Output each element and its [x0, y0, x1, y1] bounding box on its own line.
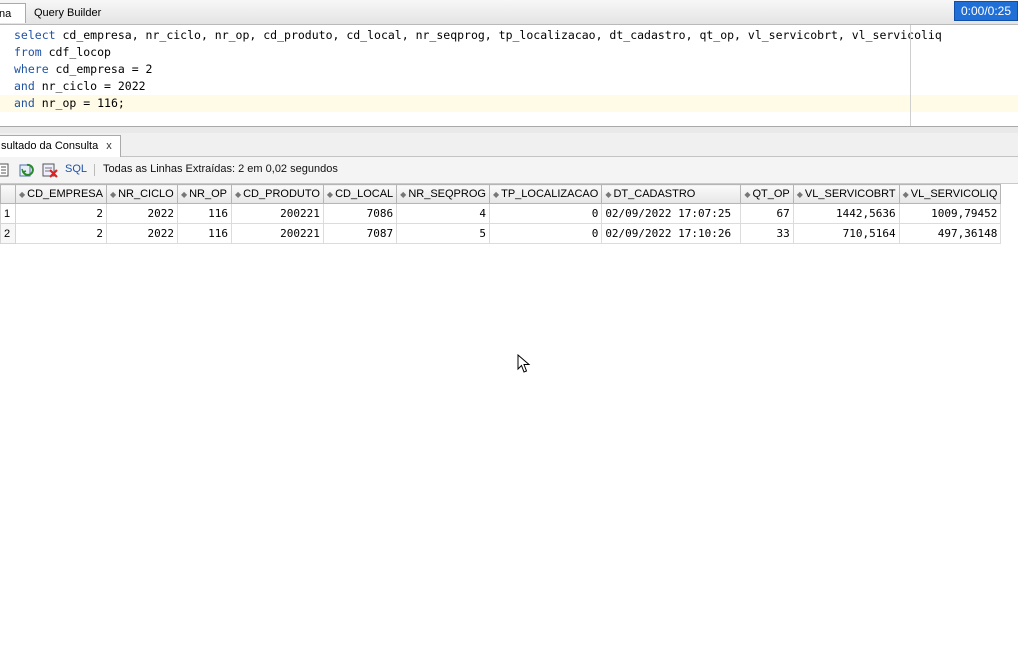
table-cell[interactable]: 7086	[322, 203, 398, 224]
code-line[interactable]: where cd_empresa = 2	[0, 61, 1018, 78]
table-row[interactable]: 2 2 2022 116 200221 7087 5 0 02/09/2022 …	[0, 223, 1002, 244]
fetch-status: Todas as Linhas Extraídas: 2 em 0,02 seg…	[103, 163, 338, 175]
column-header[interactable]: ◆ NR_SEQPROG	[396, 184, 490, 204]
column-header-label: DT_CADASTRO	[613, 188, 696, 200]
tab-query-builder[interactable]: Query Builder	[28, 3, 107, 23]
sql-keyword: and	[14, 79, 35, 93]
column-header-label: VL_SERVICOBRT	[804, 188, 896, 200]
timer-badge: 0:00/0:25	[954, 1, 1018, 21]
tab-worksheet[interactable]: na	[0, 3, 26, 23]
refresh-icon[interactable]	[19, 162, 35, 178]
print-icon[interactable]	[0, 162, 13, 178]
table-cell[interactable]: 710,5164	[792, 223, 900, 244]
column-header-label: QT_OP	[752, 188, 790, 200]
table-row[interactable]: 1 2 2022 116 200221 7086 4 0 02/09/2022 …	[0, 203, 1002, 224]
close-icon[interactable]: x	[106, 140, 112, 152]
sql-button[interactable]: SQL	[65, 163, 87, 175]
column-header-label: TP_LOCALIZACAO	[501, 188, 599, 200]
result-grid: ◆ CD_EMPRESA ◆ NR_CICLO ◆ NR_OP ◆ CD_PRODUTO…	[0, 184, 1002, 244]
editor-tab-bar: na Query Builder 0:00/0:25	[0, 0, 1018, 25]
table-cell[interactable]: 200221	[230, 223, 324, 244]
sort-icon: ◆	[902, 190, 909, 199]
sort-icon: ◆	[19, 190, 26, 199]
right-margin-guide	[910, 25, 911, 126]
table-cell[interactable]: 33	[740, 223, 794, 244]
column-header[interactable]: ◆ CD_EMPRESA	[15, 184, 107, 204]
column-header-label: NR_CICLO	[118, 188, 174, 200]
table-cell[interactable]: 2022	[105, 223, 178, 244]
sql-text: cd_empresa = 2	[48, 62, 153, 76]
sql-keyword: from	[14, 45, 42, 59]
tab-query-result-label: sultado da Consulta	[1, 140, 99, 152]
row-number[interactable]: 2	[0, 223, 16, 244]
table-cell[interactable]: 7087	[322, 223, 398, 244]
sql-keyword: select	[14, 28, 56, 42]
sql-text: nr_ciclo = 2022	[34, 79, 146, 93]
column-header-label: CD_EMPRESA	[27, 188, 103, 200]
table-cell[interactable]: 116	[176, 203, 232, 224]
table-cell[interactable]: 5	[396, 223, 490, 244]
column-header-label: NR_SEQPROG	[408, 188, 486, 200]
sort-icon: ◆	[744, 190, 751, 199]
table-cell[interactable]: 02/09/2022 17:07:25	[601, 203, 742, 224]
result-toolbar: SQL Todas as Linhas Extraídas: 2 em 0,02…	[0, 157, 1018, 184]
sort-icon: ◆	[605, 190, 612, 199]
table-cell[interactable]: 02/09/2022 17:10:26	[601, 223, 742, 244]
code-line[interactable]: select cd_empresa, nr_ciclo, nr_op, cd_p…	[0, 27, 1018, 44]
row-number[interactable]: 1	[0, 203, 16, 224]
row-number-header	[0, 184, 16, 204]
table-cell[interactable]: 1009,79452	[898, 203, 1002, 224]
column-header-label: NR_OP	[189, 188, 228, 200]
column-header[interactable]: ◆ CD_PRODUTO	[230, 184, 324, 204]
sort-icon: ◆	[180, 190, 188, 199]
column-header[interactable]: ◆ NR_OP	[176, 184, 232, 204]
code-line-current[interactable]: and nr_op = 116;	[0, 95, 1018, 112]
column-header[interactable]: ◆ VL_SERVICOBRT	[792, 184, 900, 204]
sort-icon: ◆	[234, 190, 242, 199]
table-cell[interactable]: 0	[488, 203, 603, 224]
table-cell[interactable]: 2	[15, 203, 107, 224]
column-header-label: CD_LOCAL	[335, 188, 394, 200]
table-cell[interactable]: 116	[176, 223, 232, 244]
sql-text: cd_empresa, nr_ciclo, nr_op, cd_produto,…	[55, 28, 942, 42]
column-header[interactable]: ◆ DT_CADASTRO	[601, 184, 742, 204]
column-header-label: VL_SERVICOLIQ	[910, 188, 998, 200]
table-cell[interactable]: 200221	[230, 203, 324, 224]
column-header-label: CD_PRODUTO	[243, 188, 320, 200]
table-cell[interactable]: 4	[396, 203, 490, 224]
sort-icon: ◆	[109, 190, 117, 199]
sort-icon: ◆	[796, 190, 803, 199]
toolbar-separator	[94, 164, 95, 176]
sql-keyword: where	[14, 62, 49, 76]
grid-header-row: ◆ CD_EMPRESA ◆ NR_CICLO ◆ NR_OP ◆ CD_PRODUTO…	[0, 184, 1002, 204]
sql-editor[interactable]: select cd_empresa, nr_ciclo, nr_op, cd_p…	[0, 25, 1018, 126]
table-cell[interactable]: 1442,5636	[792, 203, 900, 224]
mouse-pointer-icon	[517, 354, 531, 373]
table-cell[interactable]: 67	[740, 203, 794, 224]
column-header[interactable]: ◆ TP_LOCALIZACAO	[488, 184, 603, 204]
table-cell[interactable]: 2	[15, 223, 107, 244]
sort-icon: ◆	[326, 190, 334, 199]
sql-text: nr_op = 116;	[34, 96, 125, 110]
sort-icon: ◆	[492, 190, 500, 199]
column-header[interactable]: ◆ NR_CICLO	[105, 184, 178, 204]
code-line[interactable]: from cdf_locop	[0, 44, 1018, 61]
table-cell[interactable]: 2022	[105, 203, 178, 224]
code-line[interactable]: and nr_ciclo = 2022	[0, 78, 1018, 95]
tab-query-result[interactable]: sultado da Consulta x	[0, 135, 121, 157]
column-header[interactable]: ◆ VL_SERVICOLIQ	[898, 184, 1002, 204]
sql-text: cdf_locop	[41, 45, 111, 59]
column-header[interactable]: ◆ CD_LOCAL	[322, 184, 398, 204]
result-tab-bar: sultado da Consulta x	[0, 133, 1018, 157]
sort-icon: ◆	[400, 190, 407, 199]
sql-keyword: and	[14, 96, 35, 110]
column-header[interactable]: ◆ QT_OP	[740, 184, 794, 204]
table-cell[interactable]: 497,36148	[898, 223, 1002, 244]
table-cell[interactable]: 0	[488, 223, 603, 244]
delete-icon[interactable]	[42, 162, 58, 178]
